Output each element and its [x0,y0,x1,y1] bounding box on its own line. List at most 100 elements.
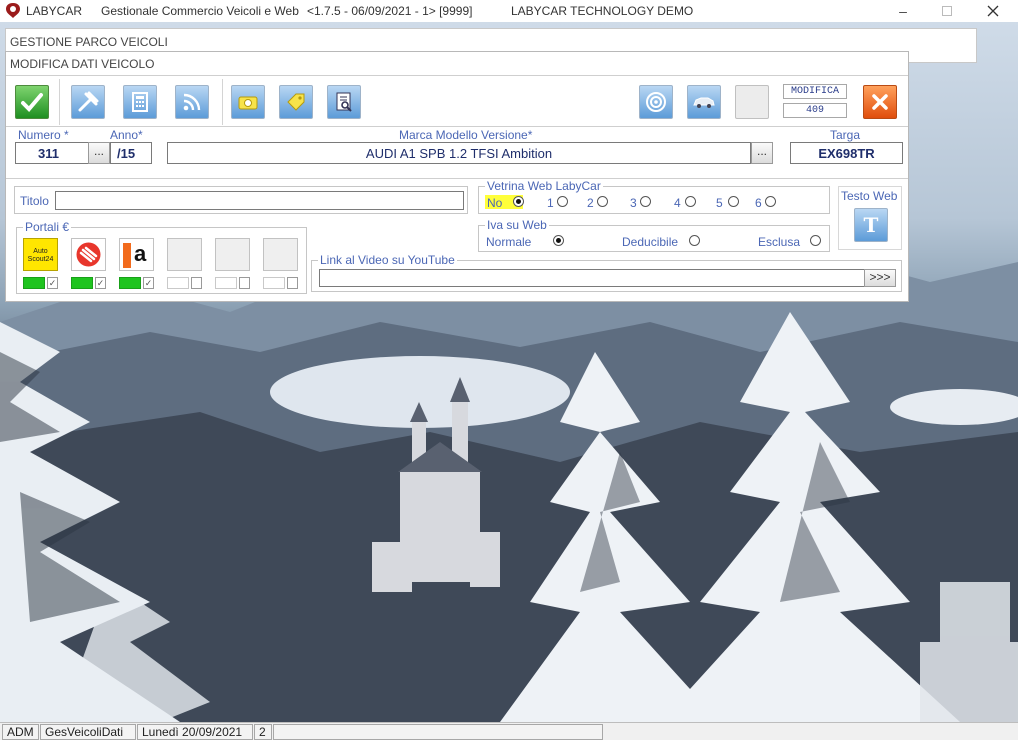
vetrina-option-label: 1 [547,196,554,210]
portal-active-bar [71,277,93,289]
marca-modello-versione-field[interactable]: AUDI A1 SPB 1.2 TFSI Ambition [167,142,751,164]
vetrina-radio-6[interactable] [765,196,776,207]
anno-field[interactable]: /15 [110,142,152,164]
targa-field[interactable]: EX698TR [790,142,903,164]
autoscout-line1: Auto [33,248,48,255]
portal-automobile-button[interactable]: a [119,238,154,271]
title-bar: LABYCAR Gestionale Commercio Veicoli e W… [0,0,1018,22]
portal-subito-flag: ✓ [71,277,106,289]
status-count: 2 [254,724,272,740]
document-search-button[interactable] [327,85,361,119]
titolo-label: Titolo [20,194,49,208]
youtube-link-legend: Link al Video su YouTube [318,253,457,267]
testo-web-button[interactable]: T [854,208,888,242]
portal-empty-button-1[interactable] [167,238,202,271]
photo-button[interactable] [231,85,265,119]
calculator-button[interactable] [123,85,157,119]
marca-modello-versione-label: Marca Modello Versione* [399,128,533,142]
empty-tool-button[interactable] [735,85,769,119]
document-search-icon [336,92,352,112]
youtube-open-button[interactable]: >>> [864,269,896,287]
portal-autoscout24-button[interactable]: Auto Scout24 [23,238,58,271]
portali-legend: Portali € [23,220,72,234]
titolo-input[interactable] [55,191,464,210]
status-empty-cell [273,724,603,740]
portal-active-bar [119,277,141,289]
vetrina-radio-1[interactable] [557,196,568,207]
car-icon [693,97,715,108]
checkmark-icon [21,93,43,112]
close-icon [872,94,888,110]
portal-automobile-flag: ✓ [119,277,154,289]
portal-subito-checkbox[interactable]: ✓ [95,277,106,289]
tag-button[interactable] [279,85,313,119]
vetrina-radio-2[interactable] [597,196,608,207]
minimize-button[interactable]: – [880,0,926,22]
wrench-hammer-icon [78,91,99,112]
youtube-link-group: Link al Video su YouTube >>> [311,253,902,292]
vetrina-radio-4[interactable] [685,196,696,207]
status-form: GesVeicoliDati [40,724,136,740]
portal-subito-button[interactable] [71,238,106,271]
cancel-button[interactable] [863,85,897,119]
dialog-title-divider [6,75,908,76]
vehicle-button[interactable] [687,85,721,119]
close-window-button[interactable] [970,0,1016,22]
portal-empty-button-3[interactable] [263,238,298,271]
autoscout24-logo-icon: Auto Scout24 [24,239,57,264]
status-date: Lunedì 20/09/2021 [137,724,253,740]
anno-label: Anno* [110,128,143,142]
automobile-logo-icon [123,243,131,268]
feed-button[interactable] [175,85,209,119]
text-t-icon: T [863,213,879,237]
app-name: LABYCAR [26,4,83,18]
toolbar-separator [222,79,223,125]
youtube-link-input[interactable] [319,269,865,287]
marca-lookup-button[interactable]: ... [751,142,773,164]
numero-lookup-button[interactable]: ... [88,142,110,164]
parent-window-title: GESTIONE PARCO VEICOLI [10,35,168,49]
iva-option-label: Esclusa [758,235,801,249]
vetrina-web-group: Vetrina Web LabyCar No 1 2 3 4 5 6 [478,179,830,214]
target-icon [646,92,666,112]
iva-radio-deducibile[interactable] [689,235,700,246]
portal-empty-checkbox-3[interactable] [287,277,298,289]
portal-empty-flag-1 [167,277,202,289]
portal-autoscout24-flag: ✓ [23,277,58,289]
app-edition: LABYCAR TECHNOLOGY DEMO [511,4,694,18]
portal-active-bar [23,277,45,289]
testo-web-label: Testo Web [841,189,898,203]
vetrina-web-legend: Vetrina Web LabyCar [485,179,603,193]
dialog-title: MODIFICA DATI VEICOLO [10,57,155,71]
subito-logo-icon [76,242,101,267]
target-button[interactable] [639,85,673,119]
portal-inactive-bar [167,277,189,289]
vetrina-option-label: 3 [630,196,637,210]
iva-radio-esclusa[interactable] [810,235,821,246]
toolbar-separator [59,79,60,125]
iva-su-web-legend: Iva su Web [485,218,549,232]
numero-field[interactable]: 311 [15,142,89,164]
vetrina-option-label: No [487,196,503,210]
confirm-button[interactable] [15,85,49,119]
app-version: <1.7.5 - 06/09/2021 - 1> [9999] [307,4,473,18]
portal-inactive-bar [215,277,237,289]
testo-web-group: Testo Web T [838,186,902,250]
iva-radio-normale[interactable] [553,235,564,246]
iva-option-label: Deducibile [622,235,679,249]
portal-empty-checkbox-2[interactable] [239,277,250,289]
portal-autoscout24-checkbox[interactable]: ✓ [47,277,58,289]
vetrina-radio-no[interactable] [513,196,524,207]
portal-empty-button-2[interactable] [215,238,250,271]
portal-automobile-checkbox[interactable]: ✓ [143,277,154,289]
maximize-button[interactable] [924,0,970,22]
portal-inactive-bar [263,277,285,289]
vetrina-radio-3[interactable] [640,196,651,207]
portal-empty-checkbox-1[interactable] [191,277,202,289]
minimize-icon: – [899,3,907,19]
calculator-icon [132,92,148,112]
tools-button[interactable] [71,85,105,119]
toolbar-divider [6,126,908,127]
targa-label: Targa [830,128,861,142]
vetrina-radio-5[interactable] [728,196,739,207]
